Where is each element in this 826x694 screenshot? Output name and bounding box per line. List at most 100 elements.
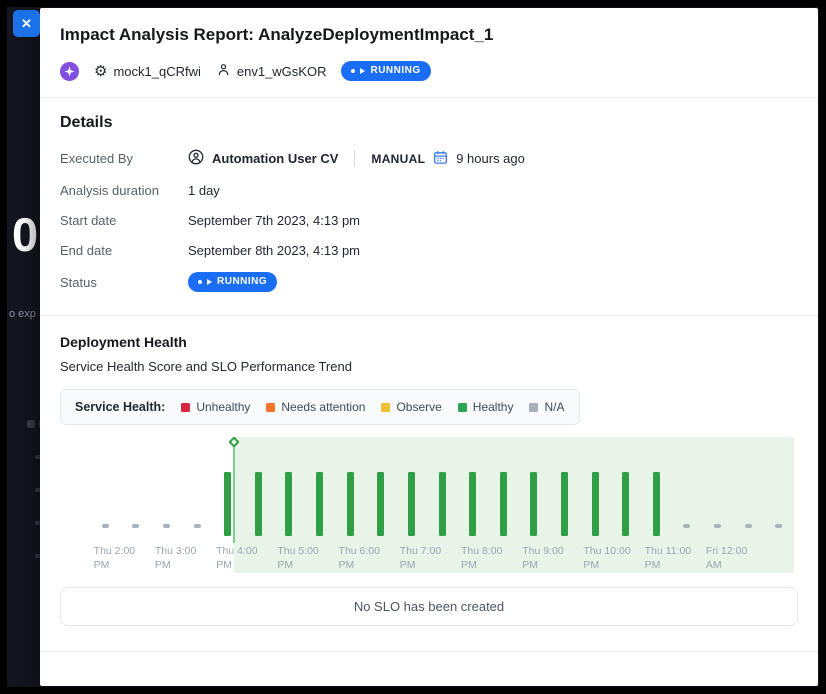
details-table: Executed By Automation User CV MANUAL: [60, 142, 798, 299]
health-score-chart: Thu 2:00PMThu 3:00PMThu 4:00PMThu 5:00PM…: [60, 437, 798, 573]
report-avatar-icon: [60, 62, 79, 81]
legend-title: Service Health:: [75, 400, 165, 414]
chart-slot: [702, 437, 733, 541]
x-tick-label: Thu 5:00PM: [277, 545, 318, 572]
na-bar[interactable]: [683, 524, 690, 528]
trigger-mode-label: MANUAL: [371, 152, 425, 166]
chart-slot: [274, 437, 305, 541]
executed-by-user: Automation User CV: [212, 151, 338, 166]
healthy-bar[interactable]: [255, 472, 262, 536]
healthy-bar[interactable]: [561, 472, 568, 536]
na-bar[interactable]: [714, 524, 721, 528]
service-health-legend: Service Health: Unhealthy Needs attention…: [60, 389, 580, 425]
chart-slot: [672, 437, 703, 541]
healthy-bar[interactable]: [439, 472, 446, 536]
x-tick-label: Thu 8:00PM: [461, 545, 502, 572]
detail-value: Automation User CV MANUAL 9 hours ago: [188, 149, 525, 168]
mock-name-group[interactable]: ⚙ mock1_qCRfwi: [94, 64, 201, 79]
chart-slot: [304, 437, 335, 541]
legend-item-n-a: N/A: [529, 400, 564, 414]
details-heading: Details: [60, 114, 798, 132]
chart-slot: [90, 437, 121, 541]
pulse-arrow-icon: [360, 68, 365, 74]
close-icon: ✕: [21, 16, 32, 32]
section-divider: [40, 97, 818, 98]
chart-bars: [90, 437, 794, 541]
chart-slot: [427, 437, 458, 541]
pulse-dot-icon: [351, 69, 355, 73]
chart-slot: [488, 437, 519, 541]
healthy-bar[interactable]: [653, 472, 660, 536]
healthy-bar[interactable]: [530, 472, 537, 536]
chart-slot: [733, 437, 764, 541]
legend-item-label: Needs attention: [281, 400, 365, 414]
deployment-health-heading: Deployment Health: [60, 334, 798, 350]
x-tick-label: Thu 3:00PM: [155, 545, 196, 572]
detail-label: Analysis duration: [60, 183, 188, 198]
legend-items: UnhealthyNeeds attentionObserveHealthyN/…: [181, 400, 564, 414]
healthy-bar[interactable]: [469, 472, 476, 536]
chart-slot: [243, 437, 274, 541]
legend-swatch-icon: [381, 403, 390, 412]
healthy-bar[interactable]: [622, 472, 629, 536]
chart-plot-area: Thu 2:00PMThu 3:00PMThu 4:00PMThu 5:00PM…: [90, 437, 794, 573]
healthy-bar[interactable]: [377, 472, 384, 536]
chart-slot: [365, 437, 396, 541]
chart-slot: [641, 437, 672, 541]
gear-icon: ⚙: [94, 64, 107, 79]
detail-label: Executed By: [60, 151, 188, 166]
chart-subtitle: Service Health Score and SLO Performance…: [60, 359, 798, 374]
na-bar[interactable]: [163, 524, 170, 528]
detail-label: End date: [60, 243, 188, 258]
pulse-dot-icon: [198, 280, 202, 284]
chart-slot: [121, 437, 152, 541]
x-tick-label: Thu 10:00PM: [583, 545, 630, 572]
mock-name-label: mock1_qCRfwi: [113, 64, 200, 79]
healthy-bar[interactable]: [592, 472, 599, 536]
detail-label: Status: [60, 275, 188, 290]
env-name-group[interactable]: env1_wGsKOR: [216, 63, 327, 80]
impact-analysis-report-drawer: Impact Analysis Report: AnalyzeDeploymen…: [40, 8, 818, 686]
healthy-bar[interactable]: [316, 472, 323, 536]
status-badge-label: RUNNING: [217, 276, 267, 288]
x-tick-label: Thu 6:00PM: [339, 545, 380, 572]
executed-time-ago: 9 hours ago: [456, 151, 525, 166]
chart-slot: [151, 437, 182, 541]
na-bar[interactable]: [102, 524, 109, 528]
na-bar[interactable]: [745, 524, 752, 528]
status-badge: RUNNING: [188, 272, 277, 292]
legend-swatch-icon: [266, 403, 275, 412]
legend-item-label: Unhealthy: [196, 400, 250, 414]
close-drawer-button[interactable]: ✕: [13, 10, 40, 37]
healthy-bar[interactable]: [224, 472, 231, 536]
section-divider: [40, 315, 818, 316]
healthy-bar[interactable]: [285, 472, 292, 536]
chart-slot: [335, 437, 366, 541]
detail-label: Start date: [60, 213, 188, 228]
detail-row-status: Status RUNNING: [60, 265, 798, 299]
page-title: Impact Analysis Report: AnalyzeDeploymen…: [60, 25, 798, 45]
na-bar[interactable]: [194, 524, 201, 528]
background-fragment: [27, 420, 35, 428]
detail-value: RUNNING: [188, 272, 277, 292]
na-bar[interactable]: [132, 524, 139, 528]
healthy-bar[interactable]: [408, 472, 415, 536]
legend-item-needs-attention: Needs attention: [266, 400, 365, 414]
chart-slot: [457, 437, 488, 541]
healthy-bar[interactable]: [347, 472, 354, 536]
env-name-label: env1_wGsKOR: [237, 64, 327, 79]
healthy-bar[interactable]: [500, 472, 507, 536]
chart-slot: [610, 437, 641, 541]
legend-item-healthy: Healthy: [458, 400, 514, 414]
detail-value: September 8th 2023, 4:13 pm: [188, 243, 360, 258]
na-bar[interactable]: [775, 524, 782, 528]
chart-slot: [763, 437, 794, 541]
detail-row-end-date: End date September 8th 2023, 4:13 pm: [60, 235, 798, 265]
slo-empty-state: No SLO has been created: [60, 587, 798, 626]
x-tick-label: Thu 7:00PM: [400, 545, 441, 572]
chart-slot: [519, 437, 550, 541]
environment-icon: [216, 63, 231, 80]
chart-slot: [212, 437, 243, 541]
chart-slot: [396, 437, 427, 541]
x-tick-label: Thu 2:00PM: [94, 545, 135, 572]
